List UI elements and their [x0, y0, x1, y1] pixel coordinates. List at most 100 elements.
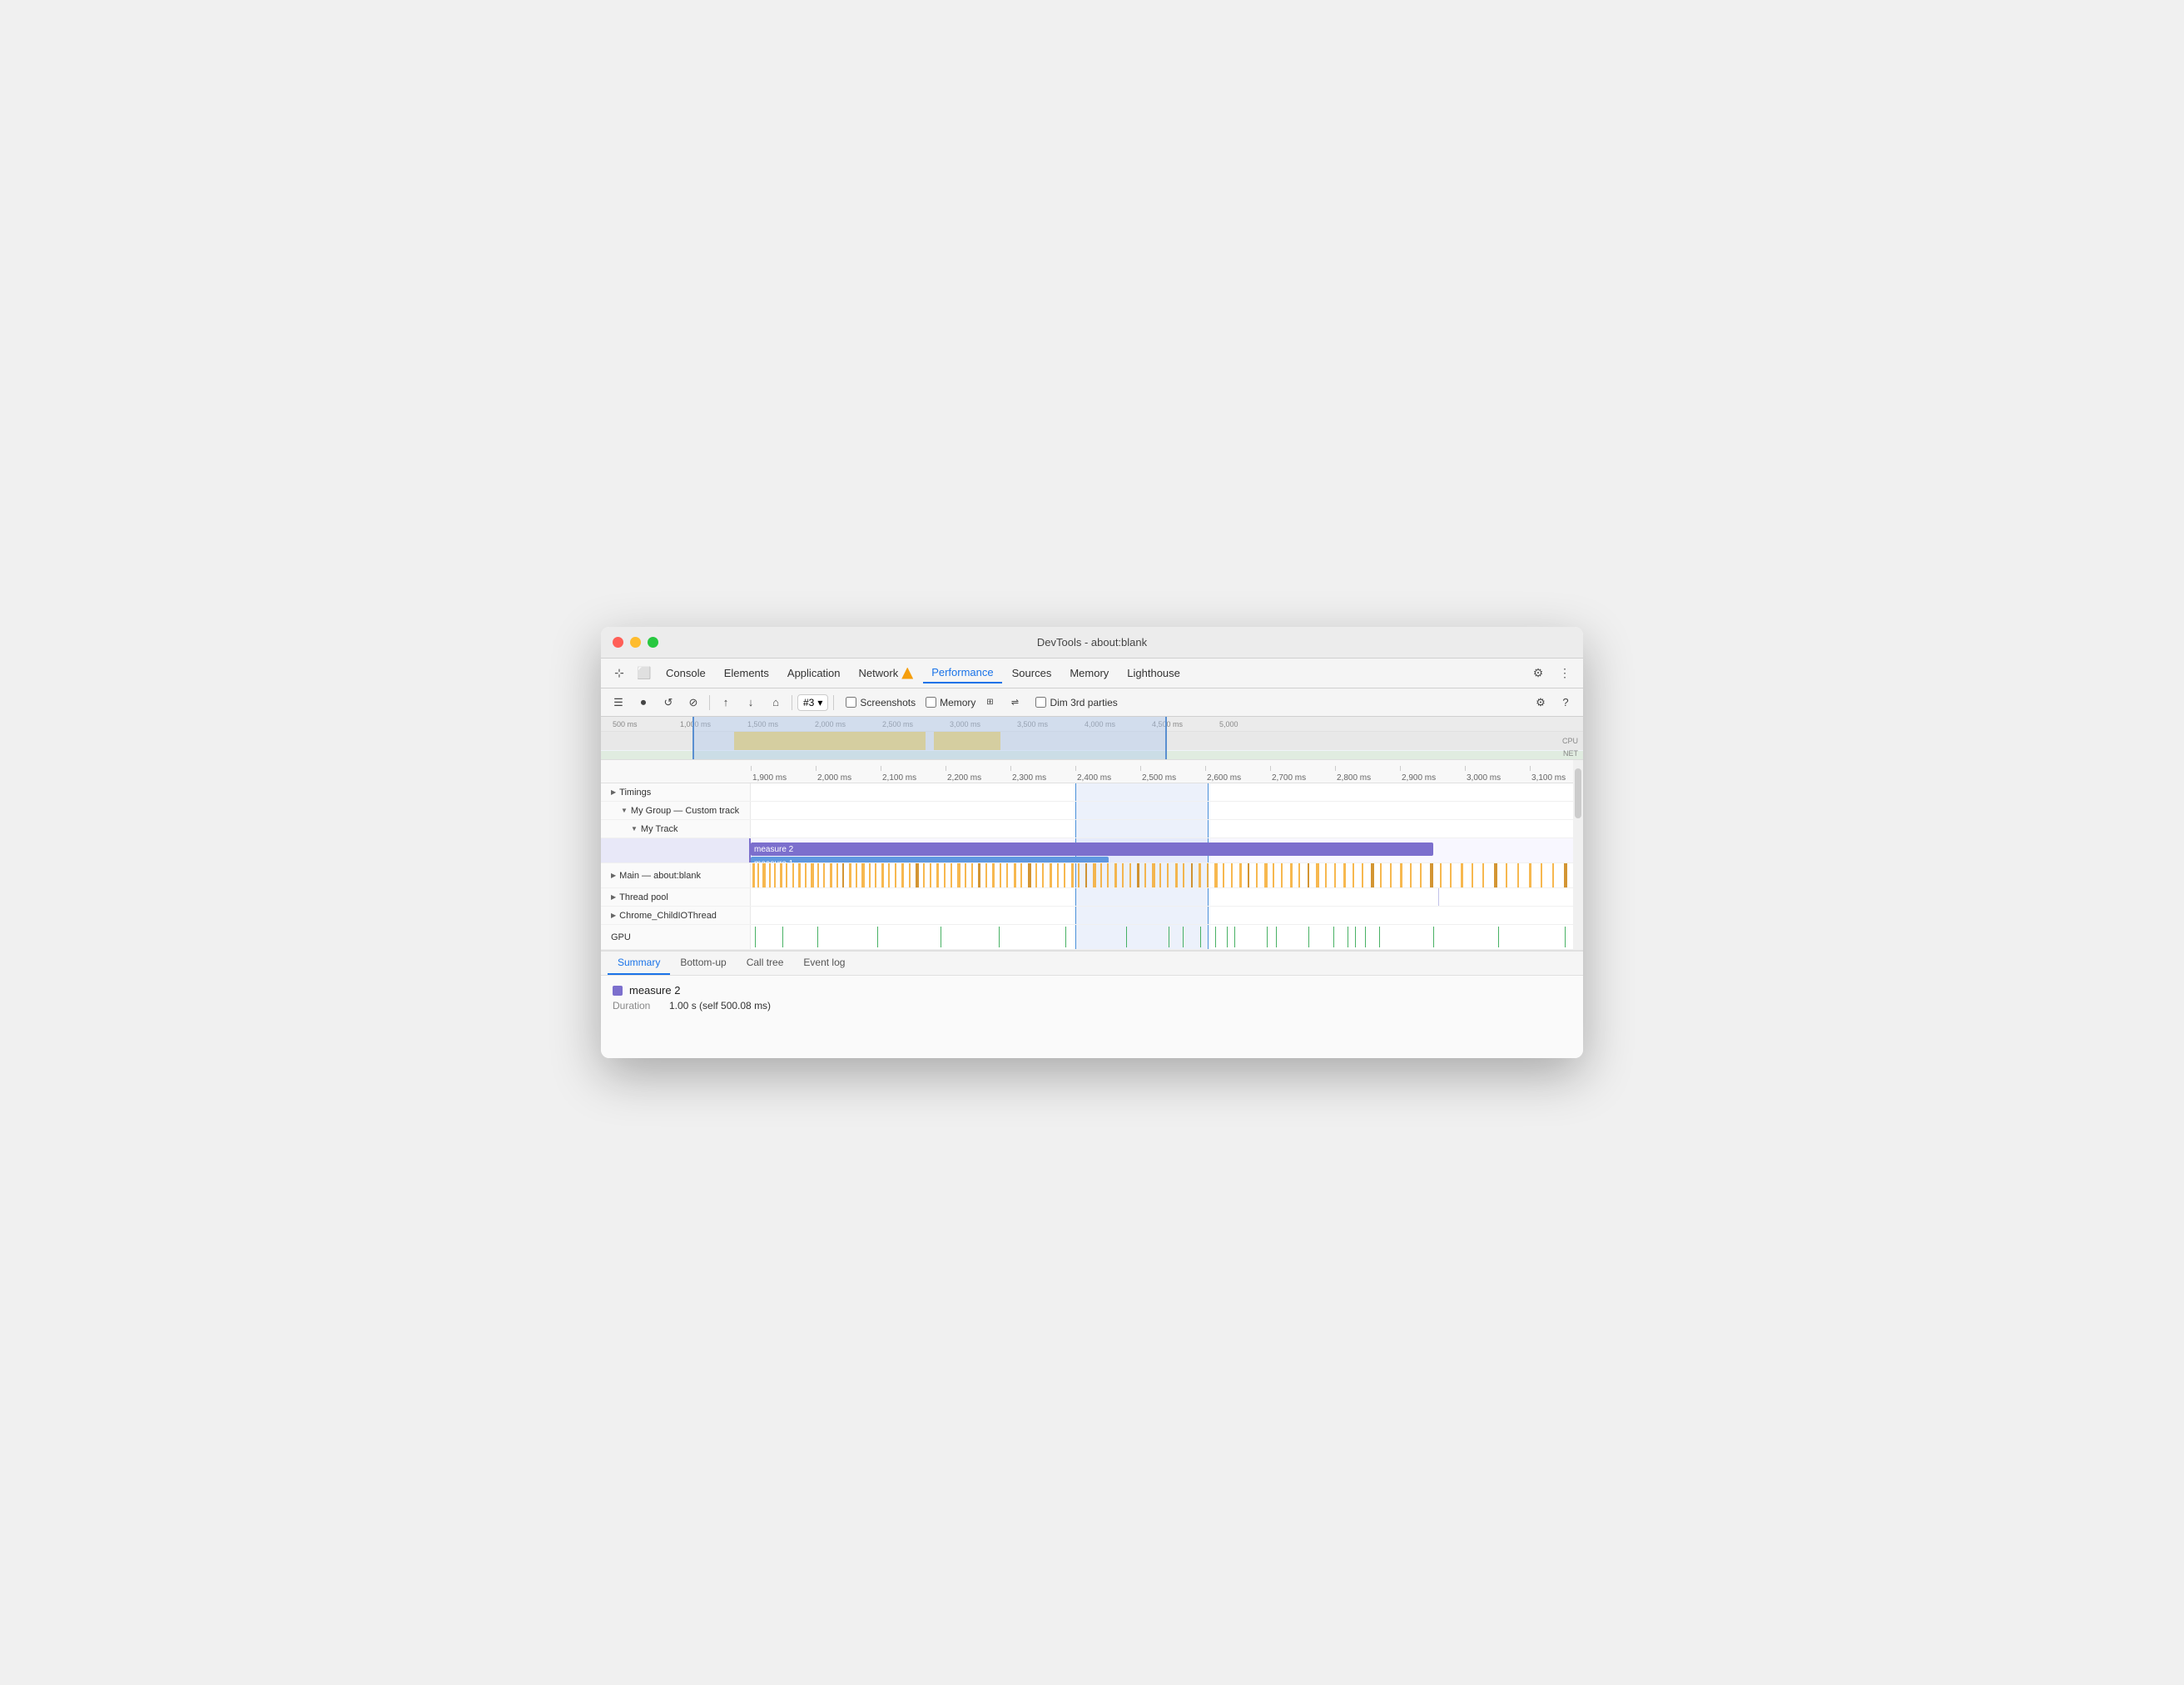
dim-label[interactable]: Dim 3rd parties [1050, 697, 1117, 708]
timings-label-text: Timings [619, 788, 651, 798]
tab-application[interactable]: Application [779, 664, 849, 683]
sidebar-toggle-button[interactable]: ☰ [608, 692, 629, 713]
more-icon[interactable]: ⋮ [1553, 662, 1576, 685]
summary-title: measure 2 [613, 984, 1571, 997]
tab-summary[interactable]: Summary [608, 952, 670, 975]
memory-label[interactable]: Memory [940, 697, 975, 708]
measure2-row-label [601, 838, 751, 862]
download-button[interactable]: ↓ [740, 692, 762, 713]
mini-overview: 500 ms 1,000 ms 1,500 ms 2,000 ms 2,500 … [601, 717, 1583, 760]
selection-overlay-mytrack [1075, 820, 1209, 838]
tab-sources[interactable]: Sources [1004, 664, 1060, 683]
chrome-io-collapse-icon: ▶ [611, 912, 616, 919]
memory-icon-button[interactable]: ⊞ [979, 692, 1000, 713]
filter-button[interactable]: ⇌ [1004, 692, 1025, 713]
measure2-bar[interactable]: measure 2 [751, 842, 1433, 856]
duration-key: Duration [613, 1000, 663, 1011]
warning-icon [901, 668, 913, 679]
gear-icon[interactable]: ⚙ [1530, 692, 1551, 713]
tab-performance[interactable]: Performance [923, 663, 1001, 683]
chrome-io-content [751, 907, 1583, 924]
tab-memory[interactable]: Memory [1061, 664, 1117, 683]
devtools-window: DevTools - about:blank ⊹ ⬜ Console Eleme… [601, 627, 1583, 1058]
recording-select[interactable]: #3 ▾ [797, 694, 828, 711]
thread-pool-collapse-icon: ▶ [611, 893, 616, 901]
measure1-bar[interactable]: measure 1 [751, 857, 1109, 862]
inspect-icon[interactable]: ⊹ [608, 662, 631, 685]
tab-event-log[interactable]: Event log [793, 952, 855, 975]
bottom-content: measure 2 Duration 1.00 s (self 500.08 m… [601, 976, 1583, 1058]
screenshots-checkbox-group: Screenshots [846, 697, 916, 708]
chrome-io-label-text: Chrome_ChildIOThread [619, 911, 717, 921]
reload-button[interactable]: ↺ [658, 692, 679, 713]
selection-overlay-threadpool [1075, 888, 1209, 906]
thread-pool-label-text: Thread pool [619, 892, 668, 902]
my-track-collapse-icon: ▼ [631, 825, 638, 833]
mini-tick-0: 500 ms [613, 720, 638, 728]
chrome-io-label[interactable]: ▶ Chrome_ChildIOThread [601, 907, 751, 924]
ruler-tick-12: 3,100 ms [1530, 773, 1566, 783]
measure2-content: measure 2 measure 1 [751, 838, 1583, 862]
clear-button[interactable]: ⊘ [682, 692, 704, 713]
recording-value: #3 [803, 697, 814, 708]
gpu-label[interactable]: GPU [601, 925, 751, 949]
tab-bottom-up[interactable]: Bottom-up [670, 952, 736, 975]
selection-overlay-timings [1075, 783, 1209, 801]
device-icon[interactable]: ⬜ [633, 662, 656, 685]
summary-duration-row: Duration 1.00 s (self 500.08 ms) [613, 1000, 1571, 1011]
main-thread-row: ▶ Main — about:blank [601, 863, 1583, 888]
dim-checkbox-group: Dim 3rd parties [1035, 697, 1117, 708]
my-track-content [751, 820, 1583, 838]
home-button[interactable]: ⌂ [765, 692, 787, 713]
tab-network[interactable]: Network [851, 664, 922, 683]
ruler-tick-2: 2,100 ms [881, 773, 916, 783]
selection-overlay-gpu [1075, 925, 1209, 949]
tab-lighthouse[interactable]: Lighthouse [1119, 664, 1189, 683]
measure2-bar-label: measure 2 [754, 845, 793, 854]
screenshots-checkbox[interactable] [846, 697, 856, 708]
ruler-tick-11: 3,000 ms [1465, 773, 1501, 783]
close-button[interactable] [613, 637, 623, 648]
performance-toolbar: ☰ ⏺ ↺ ⊘ ↑ ↓ ⌂ #3 ▾ Screenshots Memory ⊞ … [601, 688, 1583, 717]
mini-viewport-selector[interactable] [692, 717, 1167, 759]
ruler-tick-4: 2,300 ms [1010, 773, 1046, 783]
timeline-content[interactable]: 1,900 ms 2,000 ms 2,100 ms 2,200 ms 2,30… [601, 760, 1583, 950]
my-group-label[interactable]: ▼ My Group — Custom track [601, 802, 751, 819]
cursor-line-threadpool [1438, 888, 1439, 906]
ruler-tick-10: 2,900 ms [1400, 773, 1436, 783]
main-thread-label[interactable]: ▶ Main — about:blank [601, 863, 751, 887]
maximize-button[interactable] [648, 637, 658, 648]
help-icon[interactable]: ? [1555, 692, 1576, 713]
settings-icon[interactable]: ⚙ [1526, 662, 1550, 685]
duration-value: 1.00 s (self 500.08 ms) [669, 1000, 771, 1011]
record-button[interactable]: ⏺ [633, 692, 654, 713]
tab-elements[interactable]: Elements [716, 664, 777, 683]
screenshots-label[interactable]: Screenshots [860, 697, 916, 708]
timings-label[interactable]: ▶ Timings [601, 783, 751, 801]
my-group-content [751, 802, 1583, 819]
ruler-tick-7: 2,600 ms [1205, 773, 1241, 783]
divider3 [833, 695, 834, 710]
selection-overlay-group [1075, 802, 1209, 819]
my-track-label[interactable]: ▼ My Track [601, 820, 751, 838]
memory-checkbox-group: Memory [926, 697, 975, 708]
bottom-panel: Summary Bottom-up Call tree Event log me… [601, 950, 1583, 1058]
upload-button[interactable]: ↑ [715, 692, 737, 713]
thread-pool-label[interactable]: ▶ Thread pool [601, 888, 751, 906]
gpu-content [751, 925, 1583, 949]
my-track-row: ▼ My Track [601, 820, 1583, 838]
net-label: NET [1563, 749, 1578, 758]
tab-console[interactable]: Console [658, 664, 714, 683]
window-title: DevTools - about:blank [1037, 636, 1147, 649]
memory-checkbox[interactable] [926, 697, 936, 708]
measure1-bar-label: measure 1 [754, 859, 793, 863]
timeline-scrollbar[interactable] [1573, 760, 1583, 950]
tab-call-tree[interactable]: Call tree [737, 952, 794, 975]
mini-tick-9: 5,000 [1219, 720, 1238, 728]
track-section: ▶ Timings ▼ My Group — Custom track [601, 783, 1583, 950]
scrollbar-thumb[interactable] [1575, 768, 1581, 818]
dim-checkbox[interactable] [1035, 697, 1046, 708]
minimize-button[interactable] [630, 637, 641, 648]
nav-right-actions: ⚙ ⋮ [1526, 662, 1576, 685]
my-group-collapse-icon: ▼ [621, 807, 628, 814]
